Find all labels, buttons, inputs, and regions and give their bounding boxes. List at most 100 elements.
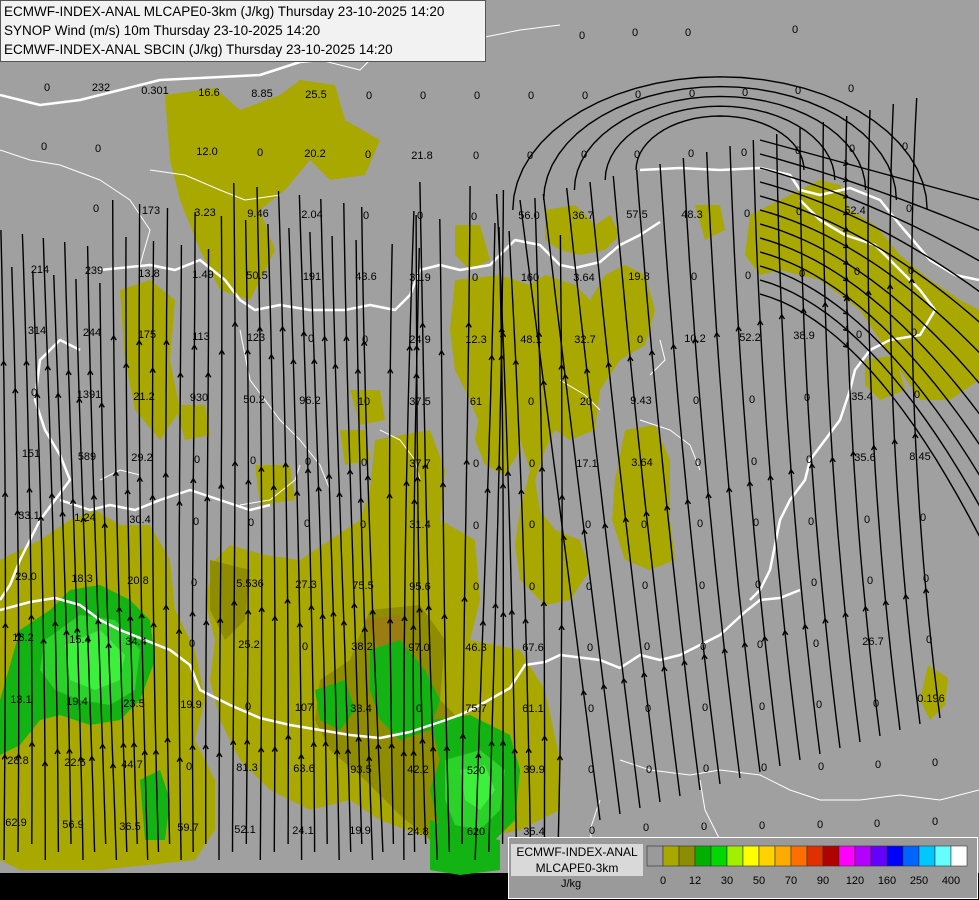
station-value: 0 — [582, 90, 588, 102]
legend-swatch — [742, 845, 760, 867]
legend-swatch — [822, 845, 840, 867]
station-value: 0 — [189, 638, 195, 650]
station-value: 42.2 — [407, 764, 428, 776]
station-value: 0 — [911, 327, 917, 339]
station-value: 9.46 — [247, 208, 268, 220]
header-line-wind: SYNOP Wind (m/s) 10m Thursday 23-10-2025… — [4, 23, 321, 38]
station-value: 9.43 — [630, 395, 651, 407]
station-value: 34.4 — [125, 636, 146, 648]
station-value: 20.8 — [127, 575, 148, 587]
station-value: 0 — [366, 90, 372, 102]
header-box: ECMWF-INDEX-ANAL MLCAPE0-3km (J/kg) Thur… — [0, 0, 486, 62]
station-value: 0 — [864, 514, 870, 526]
station-value: 26.7 — [862, 636, 883, 648]
station-value: 5.536 — [236, 578, 264, 590]
legend-swatch — [646, 845, 664, 867]
station-value: 0 — [804, 392, 810, 404]
station-value: 0 — [642, 580, 648, 592]
station-value: 0 — [361, 457, 367, 469]
station-value: 244 — [83, 327, 101, 339]
station-value: 0 — [245, 701, 251, 713]
station-value: 37.5 — [409, 396, 430, 408]
station-value: 17.1 — [576, 458, 597, 470]
legend-swatch — [934, 845, 952, 867]
station-value: 0 — [695, 457, 701, 469]
station-value: 0 — [193, 516, 199, 528]
station-value: 0 — [867, 575, 873, 587]
station-value: 43.6 — [355, 271, 376, 283]
station-value: 0 — [473, 520, 479, 532]
legend-swatch — [902, 845, 920, 867]
station-value: 20 — [580, 396, 592, 408]
station-value: 93.5 — [350, 764, 371, 776]
legend-swatch — [886, 845, 904, 867]
header-line-cin: ECMWF-INDEX-ANAL SBCIN (J/kg) Thursday 2… — [4, 42, 393, 57]
station-value: 0.301 — [141, 85, 169, 97]
station-value: 0 — [250, 455, 256, 467]
station-value: 48.1 — [520, 334, 541, 346]
station-value: 0 — [848, 83, 854, 95]
station-value: 0 — [41, 141, 47, 153]
station-value: 0 — [874, 818, 880, 830]
legend-tick-label: 160 — [878, 875, 896, 887]
station-value: 0 — [818, 761, 824, 773]
legend-swatch — [774, 845, 792, 867]
station-value: 232 — [92, 82, 110, 94]
station-value: 0 — [305, 456, 311, 468]
station-value: 0 — [701, 821, 707, 833]
station-value: 0 — [646, 764, 652, 776]
station-value: 0 — [926, 634, 932, 646]
legend-swatch — [870, 845, 888, 867]
legend-swatch — [854, 845, 872, 867]
station-value: 0 — [529, 458, 535, 470]
station-value: 0 — [588, 764, 594, 776]
station-value: 1391 — [77, 389, 101, 401]
station-value: 0 — [920, 512, 926, 524]
station-value: 0 — [302, 641, 308, 653]
station-value: 0 — [365, 149, 371, 161]
station-value: 0 — [755, 579, 761, 591]
station-value: 0 — [688, 148, 694, 160]
station-value: 38.2 — [351, 641, 372, 653]
station-value: 0 — [641, 519, 647, 531]
station-value: 0 — [473, 458, 479, 470]
station-value: 0 — [702, 702, 708, 714]
station-value: 16.6 — [198, 87, 219, 99]
station-value: 0 — [906, 203, 912, 215]
legend-swatch — [726, 845, 744, 867]
station-value: 0 — [761, 762, 767, 774]
legend-tick-label: 12 — [689, 875, 701, 887]
station-value: 81.3 — [236, 762, 257, 774]
station-value: 32.7 — [574, 334, 595, 346]
station-value: 0 — [632, 27, 638, 39]
station-value: 175 — [138, 329, 156, 341]
station-value: 0 — [757, 639, 763, 651]
station-value: 52.2 — [739, 332, 760, 344]
station-value: 0 — [856, 329, 862, 341]
station-value: 29.2 — [131, 452, 152, 464]
station-value: 35.6 — [854, 452, 875, 464]
station-value: 0 — [759, 820, 765, 832]
station-value: 173 — [142, 205, 160, 217]
station-value: 0 — [360, 519, 366, 531]
station-value: 0 — [691, 271, 697, 283]
station-value: 0 — [362, 334, 368, 346]
legend-tick-label: 120 — [846, 875, 864, 887]
station-value: 520 — [467, 765, 485, 777]
station-value: 0 — [849, 143, 855, 155]
station-value: 0 — [587, 642, 593, 654]
station-value: 0 — [191, 577, 197, 589]
station-value: 27.3 — [295, 579, 316, 591]
station-value: 35.4 — [851, 391, 872, 403]
station-value: 0 — [808, 516, 814, 528]
station-value: 0 — [528, 90, 534, 102]
station-value: 0 — [697, 518, 703, 530]
station-value: 19.8 — [628, 271, 649, 283]
station-value: 48.3 — [681, 209, 702, 221]
station-value: 75.5 — [352, 580, 373, 592]
station-value: 0 — [420, 90, 426, 102]
station-value: 0 — [257, 147, 263, 159]
station-value: 314 — [28, 325, 46, 337]
station-value: 31.9 — [409, 272, 430, 284]
station-value: 0 — [813, 638, 819, 650]
